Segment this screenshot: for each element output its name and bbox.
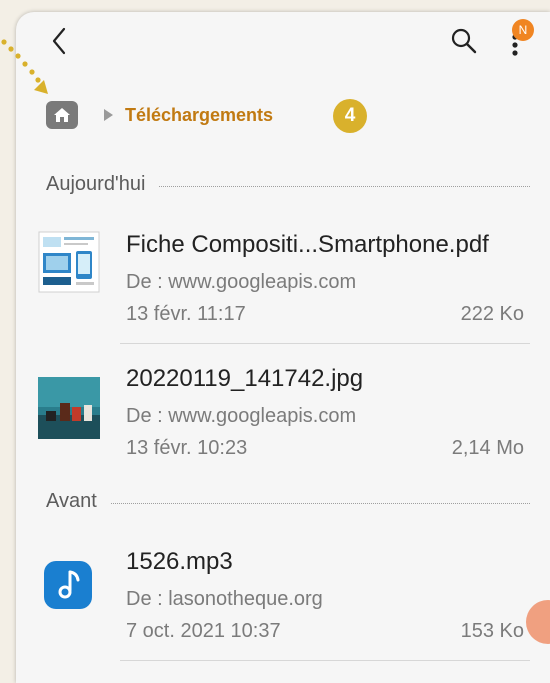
file-date: 13 févr. 11:17	[126, 303, 246, 325]
file-name: 20220119_141742.jpg	[126, 365, 364, 392]
file-date: 7 oct. 2021 10:37	[126, 620, 281, 642]
file-date: 13 févr. 10:23	[126, 437, 248, 459]
file-item[interactable]: 20220119_141742.jpg De : www.googleapis.…	[38, 365, 528, 475]
breadcrumb: Téléchargements	[46, 100, 273, 130]
file-size: 2,14 Mo	[451, 437, 524, 459]
photo-thumbnail	[38, 377, 100, 439]
section-header-before: Avant	[46, 490, 530, 513]
home-icon	[54, 108, 70, 122]
notification-badge: N	[512, 19, 534, 41]
file-size: 153 Ko	[460, 620, 524, 642]
search-button[interactable]	[450, 27, 478, 55]
back-button[interactable]	[44, 24, 74, 58]
section-header-today: Aujourd'hui	[46, 173, 530, 196]
file-source: De : lasonotheque.org	[126, 588, 323, 610]
section-title: Aujourd'hui	[46, 173, 146, 195]
file-name: 1526.mp3	[126, 548, 233, 575]
file-size: 222 Ko	[460, 303, 524, 325]
row-divider	[120, 343, 530, 344]
search-icon	[451, 28, 477, 54]
music-note-icon	[44, 561, 92, 609]
section-divider	[159, 186, 530, 187]
file-name: Fiche Compositi...Smartphone.pdf	[126, 231, 489, 258]
breadcrumb-current[interactable]: Téléchargements	[125, 105, 273, 126]
file-source: De : www.googleapis.com	[126, 271, 357, 293]
file-item[interactable]: Fiche Compositi...Smartphone.pdf De : ww…	[38, 231, 528, 341]
breadcrumb-arrow-icon	[104, 109, 113, 121]
step-number-badge: 4	[333, 99, 367, 133]
home-button[interactable]	[46, 101, 78, 129]
section-title: Avant	[46, 490, 97, 512]
file-source: De : www.googleapis.com	[126, 405, 357, 427]
chevron-left-icon	[52, 27, 66, 55]
pdf-document-thumbnail	[38, 231, 100, 293]
file-item[interactable]: 1526.mp3 De : lasonotheque.org 7 oct. 20…	[38, 548, 528, 658]
section-divider	[110, 503, 530, 504]
row-divider	[120, 660, 530, 661]
